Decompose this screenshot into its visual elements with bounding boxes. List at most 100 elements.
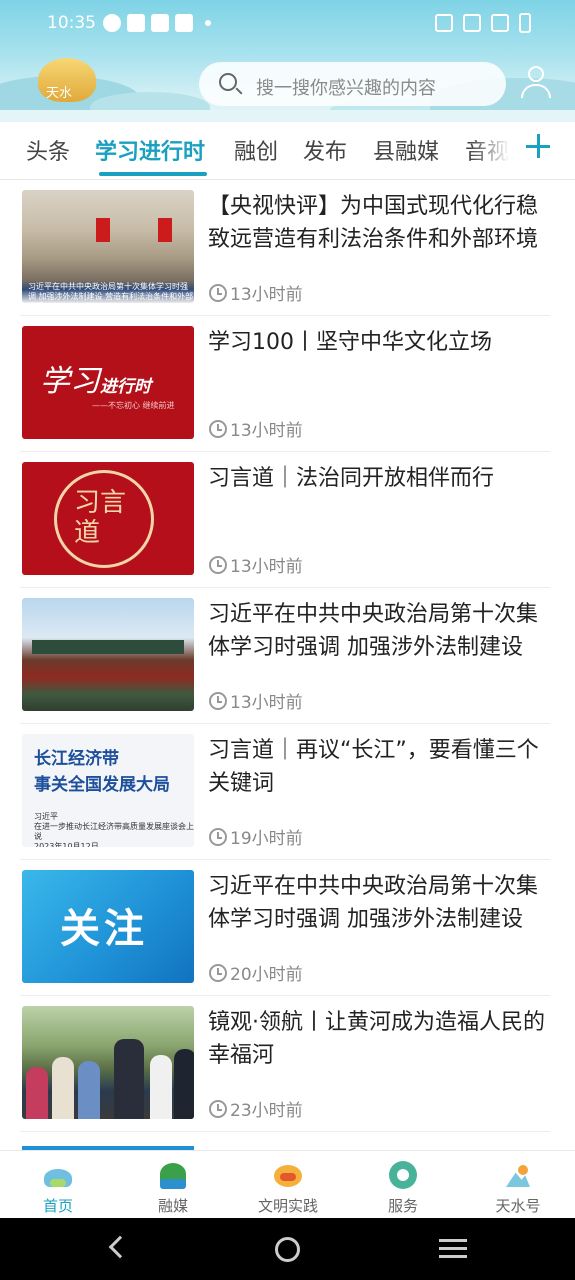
news-time-text: 13小时前	[230, 285, 303, 305]
news-time: 13小时前	[209, 552, 303, 577]
thumbnail-title: 学习	[40, 364, 100, 399]
home-icon	[42, 1161, 74, 1191]
app-header: 10:35 天水 搜一搜你感兴趣的内容	[0, 0, 575, 122]
news-item[interactable]: 习言道 习言道｜法治同开放相伴而行 13小时前	[0, 452, 575, 588]
news-item[interactable]: 关注 习近平在中共中央政治局第十次集体学习时强调 加强涉外法制建设 20小时前	[0, 860, 575, 996]
building-roof-shape	[32, 640, 184, 654]
nav-home[interactable]: 首页	[18, 1161, 98, 1216]
person-shape	[174, 1049, 194, 1119]
news-title: 学习100丨坚守中华文化立场	[208, 330, 492, 355]
person-shape	[52, 1057, 74, 1119]
clock-icon	[209, 555, 227, 574]
news-title: 习言道｜法治同开放相伴而行	[208, 466, 495, 491]
bottom-navigation: 首页 融媒 文明实践 服务 天水号	[0, 1150, 575, 1218]
tab-release[interactable]: 发布	[303, 134, 347, 166]
mail-icon	[127, 14, 145, 32]
nav-media[interactable]: 融媒	[133, 1161, 213, 1216]
search-icon	[219, 73, 237, 91]
search-bar[interactable]: 搜一搜你感兴趣的内容	[199, 62, 506, 106]
wifi-icon	[463, 14, 481, 32]
active-tab-indicator	[99, 172, 207, 176]
mail-icon	[175, 14, 193, 32]
channel-tabs: 头条 学习进行时 融创 发布 县融媒 音视	[0, 122, 575, 180]
menu-line	[439, 1247, 467, 1250]
system-navigation-bar	[0, 1218, 575, 1280]
news-thumbnail: 学习 进行时 ——不忘初心 继续前进	[22, 326, 194, 439]
news-time-text: 19小时前	[230, 829, 303, 849]
news-time: 13小时前	[209, 280, 303, 305]
nav-service[interactable]: 服务	[363, 1161, 443, 1216]
thumbnail-tagline: ——不忘初心 继续前进	[92, 401, 175, 410]
user-body-shape	[521, 84, 551, 98]
thumbnail-quote: 习近平 在进一步推动长江经济带高质量发展座谈会上说 2023年10月12日	[34, 812, 194, 847]
nav-label: 天水号	[495, 1197, 541, 1215]
news-title: 习言道｜再议“长江”，要看懂三个关键词	[208, 738, 539, 796]
news-title: 习近平在中共中央政治局第十次集体学习时强调 加强涉外法制建设	[208, 602, 539, 660]
status-time: 10:35	[47, 13, 96, 33]
mail-icon	[151, 14, 169, 32]
thumbnail-subtitle: 进行时	[100, 377, 151, 397]
clock-icon	[209, 963, 227, 982]
tab-county-media[interactable]: 县融媒	[373, 134, 439, 166]
news-thumbnail: 长江经济带 事关全国发展大局 习近平 在进一步推动长江经济带高质量发展座谈会上说…	[22, 734, 194, 847]
service-icon	[387, 1161, 419, 1191]
tabs-fade	[470, 122, 510, 178]
thumbnail-headline: 长江经济带	[34, 749, 119, 769]
search-placeholder: 搜一搜你感兴趣的内容	[256, 78, 436, 99]
news-thumbnail	[22, 598, 194, 711]
news-time: 13小时前	[209, 416, 303, 441]
person-shape	[114, 1039, 144, 1119]
help-icon	[103, 14, 121, 32]
news-time: 13小时前	[209, 688, 303, 713]
logo-text: 天水	[46, 86, 73, 101]
clock-icon	[209, 1099, 227, 1118]
recent-apps-icon[interactable]	[439, 1239, 467, 1259]
tab-headlines[interactable]: 头条	[26, 134, 70, 166]
user-profile-icon[interactable]	[520, 66, 552, 100]
signal-icon	[491, 14, 509, 32]
flag-shape	[96, 218, 110, 242]
more-notifications-icon	[205, 20, 211, 26]
news-item[interactable]: 长江经济带 事关全国发展大局 习近平 在进一步推动长江经济带高质量发展座谈会上说…	[0, 724, 575, 860]
news-time-text: 13小时前	[230, 557, 303, 577]
news-item[interactable]: 习近平在中共中央政治局第十次集体学习时强调 加强涉外法制建设 营造有利法治条件和…	[0, 180, 575, 316]
person-shape	[150, 1055, 172, 1119]
nav-label: 首页	[42, 1197, 73, 1215]
news-item[interactable]: 学习 进行时 ——不忘初心 继续前进 学习100丨坚守中华文化立场 13小时前	[0, 316, 575, 452]
news-time: 23小时前	[209, 1096, 303, 1121]
news-title: 镜观·领航丨让黄河成为造福人民的幸福河	[208, 1010, 545, 1068]
news-time: 19小时前	[209, 824, 303, 849]
clock-icon	[209, 283, 227, 302]
back-icon[interactable]	[108, 1235, 132, 1259]
home-button-icon[interactable]	[275, 1237, 300, 1262]
battery-icon	[519, 13, 531, 33]
thumbnail-subheadline: 事关全国发展大局	[34, 775, 170, 795]
news-time-text: 13小时前	[230, 421, 303, 441]
news-item[interactable]: 习近平在中共中央政治局第十次集体学习时强调 加强涉外法制建设 13小时前	[0, 588, 575, 724]
news-title: 习近平在中共中央政治局第十次集体学习时强调 加强涉外法制建设	[208, 874, 539, 932]
tianshui-icon	[502, 1161, 534, 1191]
nav-civilization-practice[interactable]: 文明实践	[248, 1161, 328, 1216]
vibrate-icon	[435, 14, 453, 32]
user-head-shape	[528, 66, 544, 82]
news-thumbnail	[22, 1006, 194, 1119]
person-shape	[26, 1067, 48, 1119]
tab-rongchuang[interactable]: 融创	[234, 134, 278, 166]
add-channel-icon[interactable]	[526, 134, 550, 158]
news-item[interactable]: 镜观·领航丨让黄河成为造福人民的幸福河 23小时前	[0, 996, 575, 1132]
nav-tianshui[interactable]: 天水号	[478, 1161, 558, 1216]
news-thumbnail: 习言道	[22, 462, 194, 575]
tab-study[interactable]: 学习进行时	[95, 134, 205, 166]
news-time: 20小时前	[209, 960, 303, 985]
person-shape	[78, 1061, 100, 1119]
clock-icon	[209, 827, 227, 846]
thumbnail-glyph: 习言道	[74, 488, 127, 548]
news-time-text: 23小时前	[230, 1101, 303, 1121]
notification-icons	[103, 14, 211, 32]
thumbnail-title: 关注	[60, 906, 148, 952]
menu-line	[439, 1239, 467, 1242]
news-time-text: 13小时前	[230, 693, 303, 713]
nav-label: 融媒	[157, 1197, 188, 1215]
app-logo[interactable]: 天水	[38, 58, 102, 112]
media-icon	[157, 1161, 189, 1191]
